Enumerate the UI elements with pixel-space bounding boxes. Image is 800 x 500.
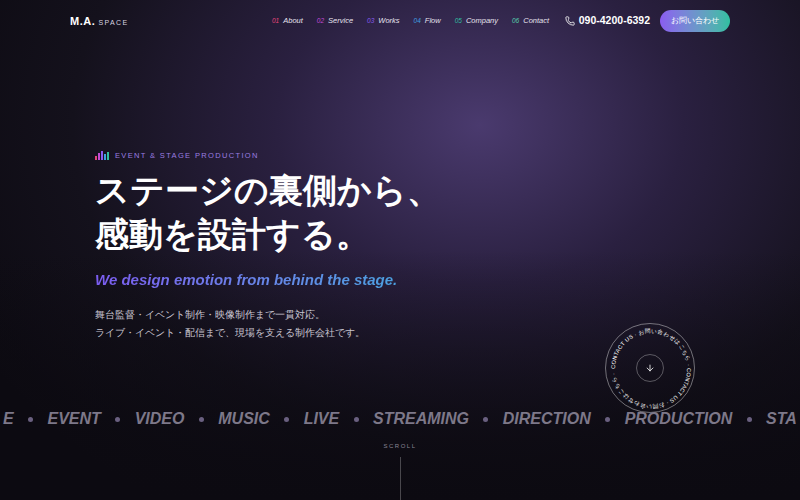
marquee-word: LIVE [304, 407, 340, 431]
nav-item[interactable]: 03Works [367, 15, 399, 26]
hero-heading: ステージの裏側から、感動を設計する。 [95, 169, 800, 257]
hero-body: 舞台監督・イベント制作・映像制作まで一貫対応。ライブ・イベント・配信まで、現場を… [95, 306, 800, 342]
badge-text-ring: CONTACT US · お問い合わせはこちら · CONTACT US · お… [606, 324, 696, 414]
nav-item[interactable]: 02Service [317, 15, 353, 26]
svg-text:CONTACT US · お問い合わせはこちら · CONT: CONTACT US · お問い合わせはこちら · CONTACT US · お… [610, 328, 692, 410]
marquee-word: DIRECTION [503, 407, 591, 431]
equalizer-icon [95, 151, 109, 160]
nav-item[interactable]: 06Contact [512, 15, 549, 26]
marquee-word: STREAMING [373, 407, 469, 431]
eyebrow: EVENT & STAGE PRODUCTION [115, 150, 259, 161]
nav-item[interactable]: 01About [272, 15, 303, 26]
nav-item[interactable]: 04Flow [414, 15, 441, 26]
marquee-word: EVENT [47, 407, 100, 431]
marquee: E EVENT VIDEO MUSIC LIVE STREAMING DIRECTION PR… [0, 404, 800, 434]
hero-subtitle: We design emotion from behind the stage. [95, 269, 397, 292]
page: M.A.SPACE01About 02Service 03Works 04Flow 05… [0, 0, 800, 500]
scroll-indicator: SCROLL [0, 434, 800, 500]
logo[interactable]: M.A.SPACE [70, 13, 272, 30]
contact-badge[interactable]: CONTACT US · お問い合わせはこちら · CONTACT US · お… [605, 323, 695, 413]
marquee-word: E [3, 407, 14, 431]
contact-button[interactable]: お問い合わせ [660, 10, 730, 32]
marquee-word: MUSIC [218, 407, 270, 431]
arrow-down-icon [645, 363, 655, 373]
marquee-word: VIDEO [135, 407, 185, 431]
nav: 01About 02Service 03Works 04Flow 05Company 06… [272, 15, 549, 26]
marquee-word: STA [766, 407, 797, 431]
nav-item[interactable]: 05Company [455, 15, 498, 26]
marquee-word: PRODUCTION [625, 407, 733, 431]
phone-icon [565, 16, 575, 26]
phone-link[interactable]: 090-4200-6392 [565, 13, 650, 29]
hero: EVENT & STAGE PRODUCTION ステージの裏側から、感動を設計す… [0, 42, 800, 342]
header: M.A.SPACE01About 02Service 03Works 04Flow 05… [0, 0, 800, 42]
